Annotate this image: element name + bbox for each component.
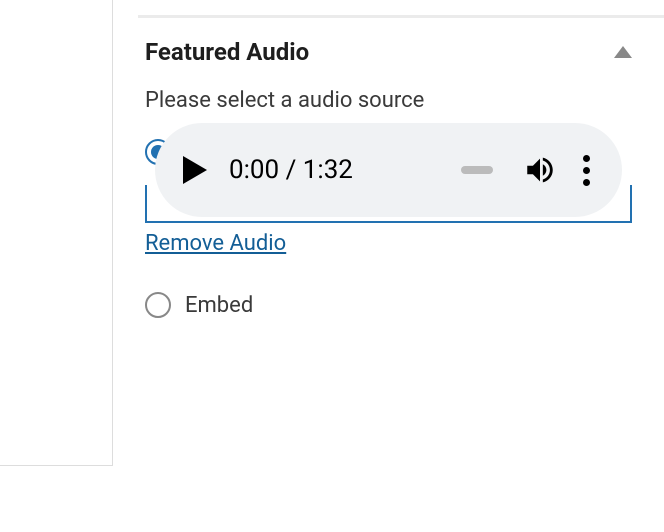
more-menu-icon[interactable]: [579, 151, 594, 190]
audio-field-wrap: 0:00 / 1:32: [145, 185, 632, 223]
time-display: 0:00 / 1:32: [229, 155, 353, 185]
radio-icon: [145, 292, 171, 318]
radio-option-embed[interactable]: Embed: [145, 292, 632, 318]
featured-audio-panel: Featured Audio Please select a audio sou…: [113, 0, 664, 532]
progress-bar[interactable]: [461, 166, 493, 174]
sidebar-edge: [0, 0, 113, 466]
instruction-text: Please select a audio source: [145, 88, 632, 113]
audio-player[interactable]: 0:00 / 1:32: [155, 123, 622, 217]
current-time: 0:00: [229, 155, 279, 185]
panel-title: Featured Audio: [145, 38, 309, 66]
panel-body: Please select a audio source Self 0:00 /…: [113, 88, 664, 318]
duration: 1:32: [303, 155, 353, 185]
remove-audio-link[interactable]: Remove Audio: [145, 231, 286, 256]
radio-label-embed: Embed: [185, 293, 253, 318]
play-icon[interactable]: [183, 156, 207, 184]
collapse-toggle-icon[interactable]: [614, 46, 632, 58]
volume-icon[interactable]: [523, 153, 557, 187]
panel-header[interactable]: Featured Audio: [113, 18, 664, 88]
